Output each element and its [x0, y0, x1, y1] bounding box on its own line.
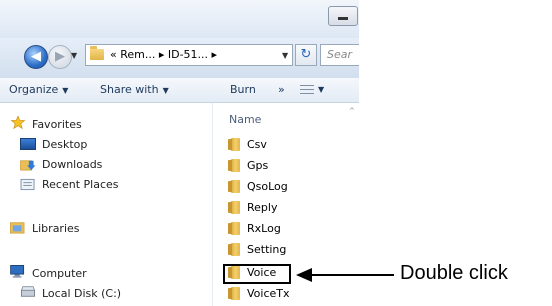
list-item[interactable]: Reply [223, 199, 343, 217]
list-item[interactable]: QsoLog [223, 178, 343, 196]
burn-button[interactable]: Burn [230, 83, 256, 96]
navigation-pane: Favorites Desktop Downloads Recent Place… [0, 103, 213, 306]
forward-arrow-icon: ▶ [55, 49, 65, 64]
nav-libraries[interactable]: Libraries [32, 222, 80, 235]
view-options-icon[interactable] [300, 84, 314, 95]
recent-places-icon [20, 178, 35, 191]
chevron-down-icon[interactable]: ▼ [318, 85, 324, 94]
list-item[interactable]: Csv [223, 136, 343, 154]
list-item[interactable]: RxLog [223, 220, 343, 238]
folder-icon [228, 180, 240, 193]
title-bar [0, 0, 359, 38]
folder-icon [228, 243, 240, 256]
arrow-line [310, 274, 394, 276]
folder-icon [228, 201, 240, 214]
organize-button[interactable]: Organize ▼ [9, 83, 68, 96]
disk-icon [20, 286, 36, 297]
folder-icon [228, 138, 240, 151]
folder-icon [90, 46, 104, 60]
desktop-icon [20, 138, 36, 150]
nav-downloads[interactable]: Downloads [42, 158, 102, 171]
search-input[interactable]: Sear [320, 44, 359, 66]
computer-icon [10, 265, 25, 278]
nav-desktop[interactable]: Desktop [42, 138, 87, 151]
chevron-down-icon: ▼ [62, 86, 69, 95]
name-column-header[interactable]: Name [229, 113, 261, 126]
nav-local-disk[interactable]: Local Disk (C:) [42, 287, 121, 300]
nav-favorites[interactable]: Favorites [32, 118, 82, 131]
folder-icon [228, 287, 240, 300]
nav-computer[interactable]: Computer [32, 267, 87, 280]
star-icon [10, 116, 26, 129]
refresh-button[interactable]: ↻ [295, 44, 317, 66]
explorer-window: ◀ ▶ ▼ « Rem... ▸ ID-51... ▸ ▼ ↻ Sear Org… [0, 0, 359, 306]
share-with-button[interactable]: Share with ▼ [100, 83, 169, 96]
callout-label: Double click [400, 262, 508, 284]
recent-pages-dropdown[interactable]: ▼ [71, 51, 77, 60]
address-path[interactable]: « Rem... ▸ ID-51... ▸ [110, 48, 217, 61]
refresh-icon: ↻ [300, 47, 312, 62]
search-placeholder: Sear [327, 48, 353, 61]
address-field[interactable]: « Rem... ▸ ID-51... ▸ ▼ [85, 44, 293, 66]
forward-button[interactable]: ▶ [48, 45, 72, 69]
list-item[interactable]: Gps [223, 157, 343, 175]
highlight-box [223, 264, 291, 284]
downloads-icon [20, 160, 36, 171]
libraries-icon [10, 222, 25, 234]
back-arrow-icon: ◀ [31, 49, 41, 64]
list-item[interactable]: Setting [223, 241, 343, 259]
chevron-down-icon: ▼ [162, 86, 169, 95]
chevron-down-icon[interactable]: ▼ [282, 51, 288, 60]
folder-icon [228, 222, 240, 235]
back-button[interactable]: ◀ [24, 45, 48, 69]
nav-recent-places[interactable]: Recent Places [42, 178, 119, 191]
more-commands-button[interactable]: » [278, 83, 285, 96]
command-bar: Organize ▼ Share with ▼ Burn » ▼ [0, 78, 359, 103]
minimize-button[interactable] [328, 6, 358, 26]
sort-caret-icon: ^ [349, 107, 355, 115]
list-item[interactable]: VoiceTx [223, 285, 343, 303]
folder-icon [228, 159, 240, 172]
